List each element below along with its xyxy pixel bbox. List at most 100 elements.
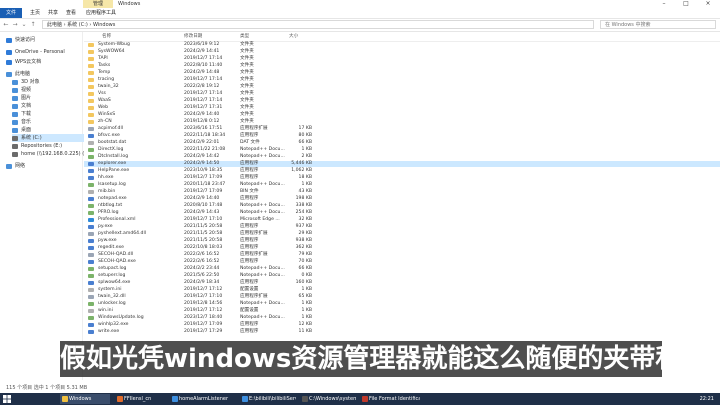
recent-dropdown-icon[interactable]: ⌄ [20, 20, 28, 30]
file-row[interactable]: Professional.xml 2019/12/7 17:10 Microsoft… [84, 217, 720, 223]
nav-item[interactable]: WPS云文档 [6, 58, 41, 66]
file-row[interactable]: lsasetup.log 2020/11/18 23:47 Notepad++ Do… [84, 182, 720, 188]
file-row[interactable]: splwow64.exe 2024/2/9 18:34 应用程序 160 KB [84, 280, 720, 286]
window-controls: – □ × [656, 0, 716, 8]
taskbar-item[interactable]: E:\bilibili\bilibiliServ... [240, 394, 296, 404]
maximize-icon[interactable]: □ [678, 0, 694, 8]
nav-item[interactable]: 网络 [6, 162, 25, 170]
file-date: 2022/2/8 19:12 [184, 84, 220, 89]
file-row[interactable]: WinSxS 2024/2/9 14:40 文件夹 [84, 112, 720, 118]
status-text: 115 个项目 选中 1 个项目 5.31 MB [6, 385, 88, 391]
close-icon[interactable]: × [700, 0, 716, 8]
nav-item[interactable]: 音乐 [12, 118, 31, 126]
file-row[interactable]: py.exe 2021/11/5 20:58 应用程序 937 KB [84, 224, 720, 230]
file-type: 文件夹 [240, 119, 254, 124]
file-size: 198 KB [295, 196, 312, 201]
taskbar-item[interactable]: Windows [60, 394, 110, 404]
file-row[interactable]: write.exe 2019/12/7 17:29 应用程序 11 KB [84, 329, 720, 335]
nav-item[interactable]: 图片 [12, 94, 31, 102]
windows-start-icon[interactable] [3, 395, 11, 403]
tab-share[interactable]: 共享 [48, 8, 58, 18]
column-type[interactable]: 类型 [240, 32, 249, 41]
file-size: 0 KB [301, 273, 312, 278]
file-row[interactable]: Web 2019/12/7 17:31 文件夹 [84, 105, 720, 111]
taskbar-item[interactable]: homeAlarmListener [170, 394, 236, 404]
nav-item[interactable]: 桌面 [12, 126, 31, 134]
file-row[interactable]: SECOH-QAD.exe 2022/2/6 16:52 应用程序 70 KB [84, 259, 720, 265]
file-row[interactable]: pyw.exe 2021/11/5 20:58 应用程序 938 KB [84, 238, 720, 244]
file-row[interactable]: PFRO.log 2024/2/9 14:43 Notepad++ Docu... 2… [84, 210, 720, 216]
file-row[interactable]: hh.exe 2019/12/7 17:09 应用程序 18 KB [84, 175, 720, 181]
file-row[interactable]: twain_32.dll 2019/12/7 17:10 应用程序扩展 65 KB [84, 294, 720, 300]
column-size[interactable]: 大小 [289, 32, 298, 41]
nav-item-icon [12, 103, 18, 109]
column-date[interactable]: 修改日期 [184, 32, 202, 41]
file-name: Vss [98, 91, 106, 96]
manage-context-tab[interactable]: 管理 [83, 0, 113, 8]
file-row[interactable]: Tasks 2022/8/10 11:40 文件夹 [84, 63, 720, 69]
minimize-icon[interactable]: – [656, 0, 672, 8]
file-row[interactable]: Vss 2019/12/7 17:14 文件夹 [84, 91, 720, 97]
folder-icon [88, 113, 94, 117]
tab-home[interactable]: 主页 [30, 8, 40, 18]
column-name[interactable]: 名称 [102, 32, 111, 41]
file-row[interactable]: notepad.exe 2024/2/9 14:40 应用程序 198 KB [84, 196, 720, 202]
file-row[interactable]: mib.bin 2019/12/7 17:09 BIN 文件 43 KB [84, 189, 720, 195]
nav-item-label: 桌面 [21, 127, 32, 133]
file-row[interactable]: regedit.exe 2022/10/8 18:03 应用程序 362 KB [84, 245, 720, 251]
file-row[interactable]: setupact.log 2024/2/2 23:44 Notepad++ Docu… [84, 266, 720, 272]
file-row[interactable]: Temp 2024/2/9 14:48 文件夹 [84, 70, 720, 76]
nav-item[interactable]: 文档 [12, 102, 31, 110]
taskbar-item[interactable]: File Format Identifica... [360, 394, 420, 404]
nav-item[interactable]: 视频 [12, 86, 31, 94]
taskbar-item[interactable]: C:\Windows\system... [300, 394, 356, 404]
taskbar-item-label: FFIlensl_cn [124, 396, 152, 402]
file-row[interactable]: twain_32 2022/2/8 19:12 文件夹 [84, 84, 720, 90]
file-row[interactable]: HelpPane.exe 2023/10/9 18:35 应用程序 1,062 KB [84, 168, 720, 174]
nav-item[interactable]: home (\\192.168.0.225) (Z:) [12, 150, 91, 158]
file-row[interactable]: explorer.exe 2024/2/9 14:50 应用程序 5,446 KB [84, 161, 720, 167]
up-icon[interactable]: ↑ [29, 20, 37, 30]
file-name: tracing [98, 77, 115, 82]
file-row[interactable]: winhlp32.exe 2019/12/7 17:09 应用程序 12 KB [84, 322, 720, 328]
folder-icon [88, 99, 94, 103]
nav-item[interactable]: 此电脑 [6, 70, 30, 78]
file-row[interactable]: system.ini 2019/12/7 17:12 配置设置 1 KB [84, 287, 720, 293]
file-row[interactable]: bfsvc.exe 2022/11/18 18:34 应用程序 80 KB [84, 133, 720, 139]
file-row[interactable]: acpimof.dll 2023/6/16 17:51 应用程序扩展 17 KB [84, 126, 720, 132]
file-row[interactable]: tracing 2019/12/7 17:14 文件夹 [84, 77, 720, 83]
nav-item[interactable]: OneDrive - Personal [6, 48, 65, 56]
nav-item[interactable]: 下载 [12, 110, 31, 118]
file-row[interactable]: bootstat.dat 2024/2/9 22:01 DAT 文件 66 KB [84, 140, 720, 146]
file-row[interactable]: zh-CN 2019/12/8 0:12 文件夹 [84, 119, 720, 125]
nav-item[interactable]: 3D 对象 [12, 78, 40, 86]
file-row[interactable]: System-Wbug 2023/6/19 9:12 文件夹 [84, 42, 720, 48]
back-icon[interactable]: ← [2, 20, 10, 30]
file-row[interactable]: TAPI 2019/12/7 17:14 文件夹 [84, 56, 720, 62]
tab-view[interactable]: 查看 [66, 8, 76, 18]
tab-app-tools[interactable]: 应用程序工具 [86, 8, 116, 18]
file-row[interactable]: ntbtlog.txt 2020/8/10 17:48 Notepad++ Docu… [84, 203, 720, 209]
nav-item-icon [12, 79, 18, 85]
taskbar-clock[interactable]: 22:21 [700, 393, 714, 405]
tab-file[interactable]: 文件 [0, 8, 22, 18]
address-path[interactable]: 此电脑 › 系统 (C:) › Windows [42, 20, 594, 29]
nav-item[interactable]: 快速访问 [6, 36, 35, 44]
file-row[interactable]: pyshellext.amd64.dll 2021/11/5 20:58 应用程序扩… [84, 231, 720, 237]
file-row[interactable]: SECOH-QAD.dll 2022/2/6 16:52 应用程序扩展 79 KB [84, 252, 720, 258]
file-row[interactable]: WaaS 2019/12/7 17:14 文件夹 [84, 98, 720, 104]
file-row[interactable]: setuperr.log 2021/5/6 22:50 Notepad++ Docu… [84, 273, 720, 279]
file-row[interactable]: DirectX.log 2022/11/22 21:08 Notepad++ Doc… [84, 147, 720, 153]
folder-icon [88, 85, 94, 89]
file-row[interactable]: unlocker.log 2019/12/8 14:56 Notepad++ Doc… [84, 301, 720, 307]
file-size: 937 KB [295, 224, 312, 229]
nav-item[interactable]: 系统 (C:) [12, 134, 84, 142]
search-input[interactable]: 在 Windows 中搜索 [600, 20, 716, 29]
file-row[interactable]: WindowsUpdate.log 2023/12/7 18:40 Notepad+… [84, 315, 720, 321]
forward-icon[interactable]: → [11, 20, 19, 30]
file-row[interactable]: DtcInstall.log 2024/2/9 14:42 Notepad++ Do… [84, 154, 720, 160]
file-row[interactable]: win.ini 2019/12/7 17:12 配置设置 1 KB [84, 308, 720, 314]
taskbar-item[interactable]: FFIlensl_cn [115, 394, 167, 404]
nav-item[interactable]: Repositories (E:) [12, 142, 62, 150]
file-row[interactable]: SysWOW64 2024/2/9 14:41 文件夹 [84, 49, 720, 55]
